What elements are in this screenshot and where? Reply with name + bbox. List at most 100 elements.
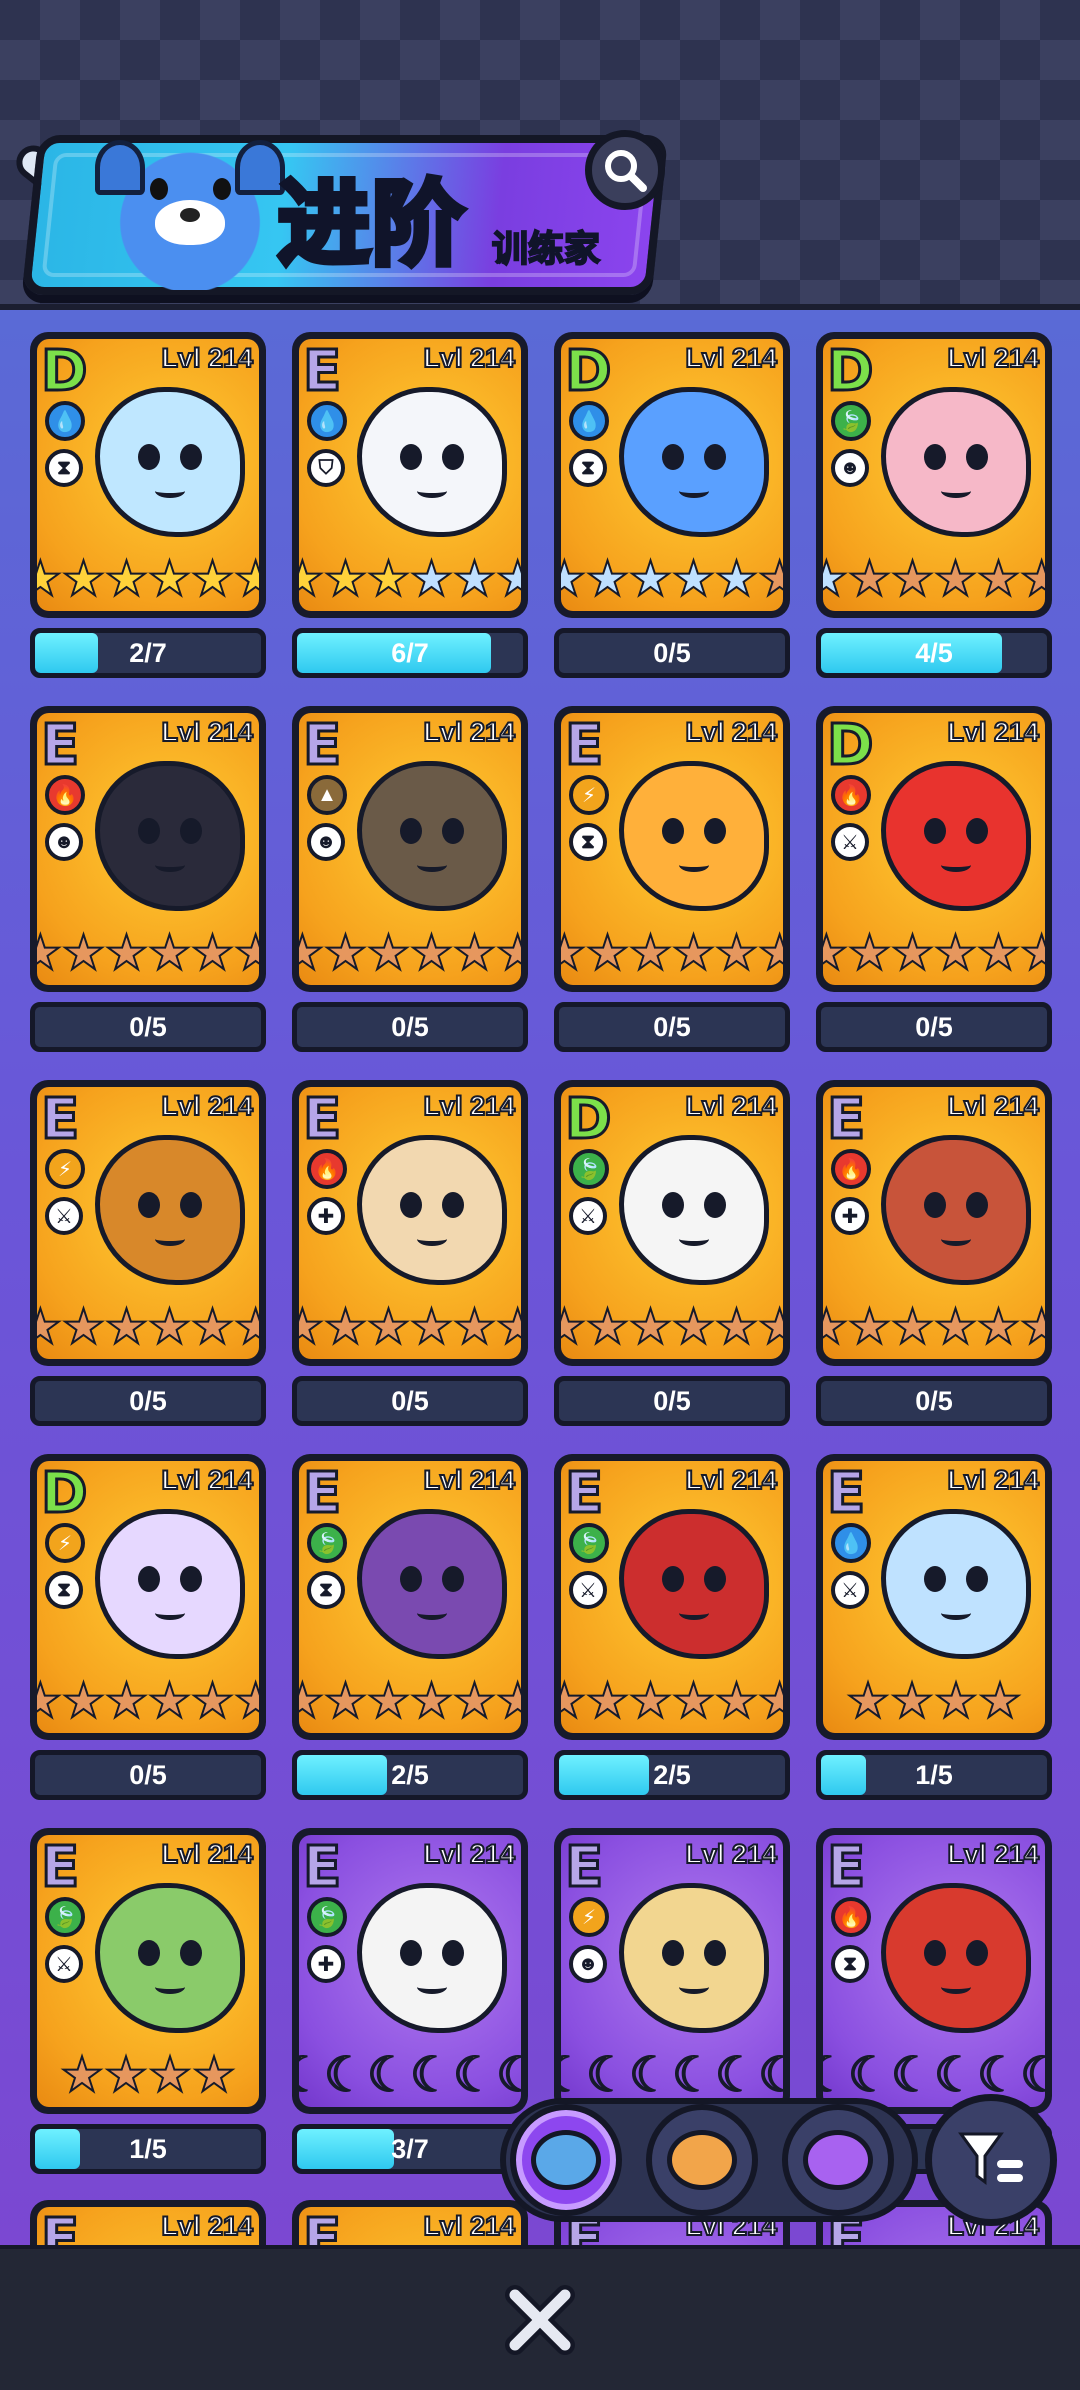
star-rating: ☾ ☾ ☾ ☾ ☾ ☾: [823, 2049, 1045, 2103]
star-icon: ★: [628, 927, 673, 980]
creature-portrait-icon: [95, 1135, 245, 1285]
creature-card[interactable]: E Lvl 214 🔥 ⧗ ☾ ☾ ☾ ☾ ☾ ☾: [816, 1828, 1052, 2114]
creature-card[interactable]: E Lvl 214 ⚡ ☻ ☾ ☾ ☾ ☾ ☾ ☾: [554, 1828, 790, 2114]
creature-mouth: [417, 1606, 447, 1620]
level-label: Lvl 214: [160, 2210, 254, 2242]
creature-card[interactable]: D Lvl 214 💧 ⧗ ★ ★ ★ ★ ★ ★: [30, 332, 266, 618]
star-icon: ★: [628, 1675, 673, 1728]
level-label: Lvl 214: [684, 1838, 778, 1870]
rarity-grade: E: [301, 1087, 342, 1154]
creature-card[interactable]: D Lvl 214 ⚡ ⧗ ★ ★ ★ ★ ★ ★: [30, 1454, 266, 1740]
card-portrait: D Lvl 214 🍃 ⚔ ★ ★ ★ ★ ★ ★: [561, 1087, 783, 1359]
creature-card[interactable]: E Lvl 214 ▲ ☻ ★ ★ ★ ★ ★ ★: [292, 706, 528, 992]
star-icon: ★: [933, 1301, 978, 1354]
creature-card[interactable]: E Lvl 214 🍃 ⚔ ★ ★ ★ ★: [30, 1828, 266, 2114]
star-icon: ★: [103, 2049, 148, 2102]
fire-element-icon: 🔥: [831, 775, 871, 815]
creature-card[interactable]: E Lvl 214 🍃 ⧗ ★ ★ ★ ★ ★ ★: [292, 1454, 528, 1740]
creature-eye: [442, 1566, 464, 1592]
close-button[interactable]: [490, 2270, 590, 2370]
rarity-grade: E: [301, 339, 342, 406]
leaf-element-icon: 🍃: [569, 1149, 609, 1189]
fire-element-icon: 🔥: [307, 1149, 347, 1189]
creature-grid[interactable]: D Lvl 214 💧 ⧗ ★ ★ ★ ★ ★ ★ 2/7 E Lvl 214 💧 ⛉ ★ ★ ★ ★ ★ ★ 6/7 D L…: [0, 310, 1080, 2245]
creature-card[interactable]: E Lvl 214 ⚡ ⧗ ★ ★ ★ ★ ★ ★: [554, 706, 790, 992]
rarity-grade: E: [301, 1835, 342, 1902]
star-icon: ★: [104, 553, 149, 606]
creature-card[interactable]: E Lvl 214: [30, 2200, 266, 2245]
card-portrait: E Lvl 214 🔥 ✚ ★ ★ ★ ★ ★ ★: [823, 1087, 1045, 1359]
creature-mouth: [941, 1232, 971, 1246]
creature-portrait-icon: [619, 387, 769, 537]
creature-card[interactable]: E Lvl 214 ⚡ ⚔ ★ ★ ★ ★ ★ ★: [30, 1080, 266, 1366]
creature-eye: [400, 1940, 422, 1966]
creature-eye: [924, 1566, 946, 1592]
moon-star-icon: ☾: [757, 2049, 783, 2102]
sort-filter-button[interactable]: [925, 2094, 1057, 2226]
creature-card[interactable]: E Lvl 214: [292, 2200, 528, 2245]
bolt-element-icon: ⚡: [45, 1523, 85, 1563]
progress-label: 0/5: [391, 1385, 429, 1416]
creature-card[interactable]: D Lvl 214 🔥 ⚔ ★ ★ ★ ★ ★ ★: [816, 706, 1052, 992]
creature-card[interactable]: E Lvl 214 🔥 ✚ ★ ★ ★ ★ ★ ★: [816, 1080, 1052, 1366]
star-icon: ★: [233, 1301, 259, 1354]
creature-card[interactable]: E Lvl 214 💧 ⛉ ★ ★ ★ ★ ★ ★: [292, 332, 528, 618]
creature-portrait-icon: [619, 761, 769, 911]
plus-role-icon: ✚: [307, 1945, 345, 1983]
star-icon: ★: [61, 553, 106, 606]
star-icon: ★: [889, 1675, 934, 1728]
star-icon: ★: [585, 927, 630, 980]
level-label: Lvl 214: [684, 342, 778, 374]
level-label: Lvl 214: [684, 716, 778, 748]
level-label: Lvl 214: [946, 1090, 1040, 1122]
head-role-icon: ☻: [569, 1945, 607, 1983]
upgrade-progress-bar: 0/5: [30, 1750, 266, 1800]
plus-role-icon: ✚: [307, 1197, 345, 1235]
star-icon: ★: [714, 1675, 759, 1728]
creature-mouth: [417, 484, 447, 498]
upgrade-progress-bar: 3/7: [292, 2124, 528, 2174]
creature-portrait-icon: [619, 1135, 769, 1285]
star-icon: ★: [233, 553, 259, 606]
card-portrait: D Lvl 214 💧 ⧗ ★ ★ ★ ★ ★ ★: [37, 339, 259, 611]
creature-mouth: [155, 484, 185, 498]
star-icon: ★: [823, 553, 849, 606]
creature-eye: [704, 1192, 726, 1218]
rarity-grade: E: [39, 2207, 80, 2245]
level-label: Lvl 214: [160, 1090, 254, 1122]
upgrade-progress-bar: 2/5: [292, 1750, 528, 1800]
creature-eye: [400, 818, 422, 844]
creature-card[interactable]: E Lvl 214 💧 ⚔ ★ ★ ★ ★: [816, 1454, 1052, 1740]
progress-label: 0/5: [653, 1011, 691, 1042]
creature-card[interactable]: E Lvl 214 🔥 ✚ ★ ★ ★ ★ ★ ★: [292, 1080, 528, 1366]
level-label: Lvl 214: [422, 2210, 516, 2242]
star-icon: ★: [585, 1301, 630, 1354]
search-button[interactable]: [585, 130, 665, 210]
moon-star-icon: ☾: [933, 2049, 978, 2102]
progress-label: 0/5: [391, 1011, 429, 1042]
creature-card[interactable]: D Lvl 214 🍃 ⚔ ★ ★ ★ ★ ★ ★: [554, 1080, 790, 1366]
filter-creature-cat-button[interactable]: [510, 2104, 622, 2216]
level-label: Lvl 214: [422, 1838, 516, 1870]
star-icon: ★: [585, 1675, 630, 1728]
star-icon: ★: [890, 1301, 935, 1354]
moon-star-icon: ☾: [585, 2049, 630, 2102]
upgrade-progress-bar: 2/7: [30, 628, 266, 678]
rarity-grade: E: [563, 1835, 604, 1902]
creature-card[interactable]: D Lvl 214 💧 ⧗ ★ ★ ★ ★ ★ ★: [554, 332, 790, 618]
sort-filter-icon: [958, 2132, 1023, 2185]
creature-card[interactable]: D Lvl 214 🍃 ☻ ★ ★ ★ ★ ★ ★: [816, 332, 1052, 618]
creature-card[interactable]: E Lvl 214 🔥 ☻ ★ ★ ★ ★ ★ ★: [30, 706, 266, 992]
creature-eye: [924, 1940, 946, 1966]
star-icon: ★: [37, 1675, 63, 1728]
creature-eye: [442, 1940, 464, 1966]
bread-icon: [667, 2130, 737, 2190]
creature-mouth: [417, 858, 447, 872]
creature-card[interactable]: E Lvl 214 🍃 ⚔ ★ ★ ★ ★ ★ ★: [554, 1454, 790, 1740]
filter-creature-gem-button[interactable]: [782, 2104, 894, 2216]
star-icon: ★: [890, 927, 935, 980]
filter-creature-bread-button[interactable]: [646, 2104, 758, 2216]
moon-star-icon: ☾: [1019, 2049, 1045, 2102]
star-icon: ★: [191, 2049, 236, 2102]
creature-card[interactable]: E Lvl 214 🍃 ✚ ☾ ☾ ☾ ☾ ☾ ☾: [292, 1828, 528, 2114]
